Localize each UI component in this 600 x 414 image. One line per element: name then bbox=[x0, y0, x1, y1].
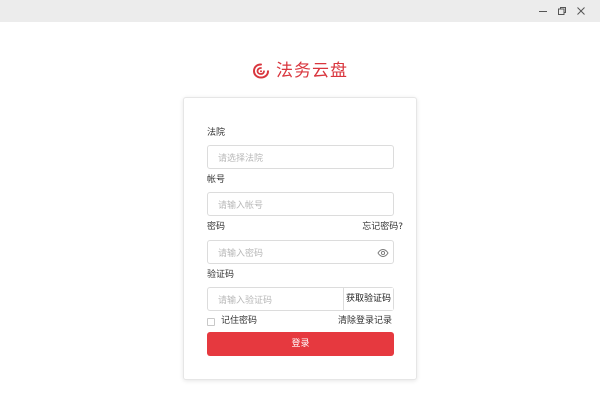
password-label: 密码 bbox=[207, 222, 226, 232]
close-button[interactable] bbox=[572, 2, 590, 20]
get-code-button[interactable]: 获取验证码 bbox=[343, 288, 393, 310]
court-label: 法院 bbox=[207, 128, 226, 138]
login-button[interactable]: 登录 bbox=[207, 332, 394, 356]
login-card: 法院 帐号 密码 忘记密码? 验证码 获取验证码 记住密码 清除登录记录 登录 bbox=[183, 97, 417, 380]
forgot-password-link[interactable]: 忘记密码? bbox=[362, 222, 403, 233]
password-field[interactable] bbox=[207, 240, 394, 265]
minimize-icon bbox=[539, 11, 547, 12]
remember-label: 记住密码 bbox=[221, 316, 258, 326]
account-field[interactable] bbox=[207, 192, 394, 217]
app-window: 法务云盘 法院 帐号 密码 忘记密码? 验证码 获取验证码 记住密码 bbox=[0, 0, 600, 414]
remember-checkbox[interactable] bbox=[207, 317, 215, 326]
court-select[interactable] bbox=[207, 145, 394, 170]
remember-password[interactable]: 记住密码 bbox=[207, 316, 257, 327]
cloud-swirl-logo-icon bbox=[252, 63, 269, 79]
code-input[interactable] bbox=[208, 290, 344, 312]
eye-icon[interactable] bbox=[377, 247, 389, 259]
court-input[interactable] bbox=[208, 148, 393, 170]
close-icon bbox=[577, 7, 585, 15]
code-field[interactable]: 获取验证码 bbox=[207, 287, 394, 312]
title-bar[interactable] bbox=[0, 0, 600, 22]
password-input[interactable] bbox=[208, 243, 393, 265]
app-title: 法务云盘 bbox=[276, 61, 348, 81]
brand-header: 法务云盘 bbox=[0, 58, 600, 84]
account-input[interactable] bbox=[208, 195, 393, 217]
clear-login-history-link[interactable]: 清除登录记录 bbox=[338, 316, 392, 327]
minimize-button[interactable] bbox=[534, 2, 552, 20]
account-label: 帐号 bbox=[207, 175, 226, 185]
restore-icon bbox=[558, 7, 566, 15]
code-label: 验证码 bbox=[207, 270, 235, 280]
restore-button[interactable] bbox=[553, 2, 571, 20]
